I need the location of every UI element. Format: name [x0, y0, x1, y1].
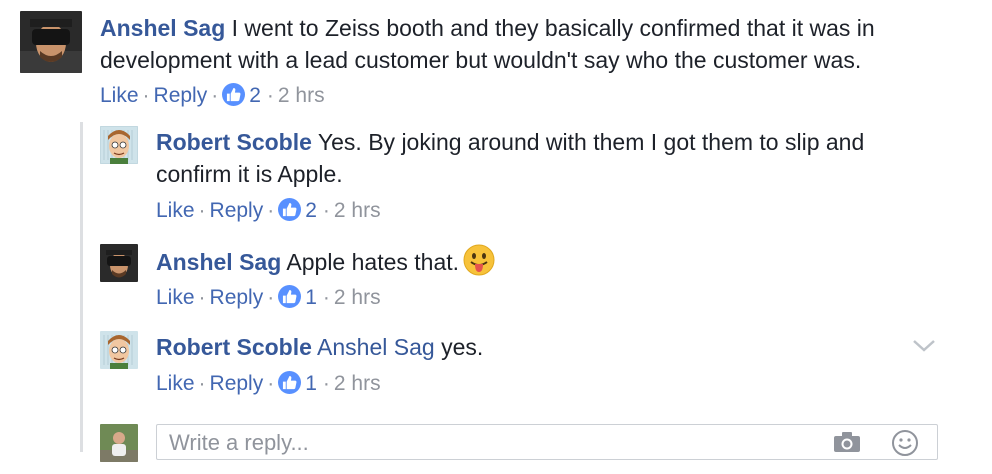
separator-dot: ·	[198, 286, 206, 309]
reply-input[interactable]	[167, 429, 811, 457]
thumbs-up-icon[interactable]	[222, 83, 246, 106]
tongue-out-emoji-icon	[463, 244, 495, 284]
like-count[interactable]: 2	[305, 199, 317, 222]
separator-dot: ·	[142, 84, 150, 107]
like-link[interactable]: Like	[156, 199, 195, 222]
mention-link[interactable]: Anshel Sag	[317, 334, 435, 360]
avatar-anshel-sag[interactable]	[100, 244, 138, 282]
reply-author[interactable]: Robert Scoble	[156, 334, 312, 360]
comment-actions: Like · Reply · 2 · 2 hrs	[100, 82, 325, 110]
chevron-down-icon[interactable]	[912, 338, 936, 359]
separator-dot: ·	[267, 199, 275, 222]
smiley-icon[interactable]	[891, 429, 919, 462]
reply-body: Robert Scoble Anshel Sag yes.	[156, 331, 896, 363]
like-link[interactable]: Like	[156, 372, 195, 395]
reply-body: Robert Scoble Yes. By joking around with…	[156, 126, 916, 190]
thumbs-up-icon[interactable]	[278, 198, 302, 221]
separator-dot: ·	[267, 372, 275, 395]
reply-link[interactable]: Reply	[210, 372, 264, 395]
like-count[interactable]: 1	[305, 286, 317, 309]
reply-composer[interactable]	[156, 424, 938, 460]
reply-body: Anshel Sag Apple hates that.	[156, 244, 916, 284]
avatar-current-user[interactable]	[100, 424, 138, 462]
avatar-robert-scoble[interactable]	[100, 126, 138, 164]
separator-dot: ·	[322, 372, 330, 395]
reply-link[interactable]: Reply	[210, 286, 264, 309]
camera-icon[interactable]	[833, 431, 861, 458]
reply-author[interactable]: Robert Scoble	[156, 129, 312, 155]
reply-actions: Like · Reply · 2 · 2 hrs	[156, 197, 381, 225]
reply-actions: Like · Reply · 1 · 2 hrs	[156, 284, 381, 312]
like-count[interactable]: 1	[305, 372, 317, 395]
reply-text: yes.	[441, 334, 484, 360]
avatar-anshel-sag[interactable]	[20, 11, 82, 73]
separator-dot: ·	[322, 286, 330, 309]
reply-link[interactable]: Reply	[210, 199, 264, 222]
reply-thread-line	[80, 122, 83, 452]
like-link[interactable]: Like	[100, 84, 139, 107]
reply-timestamp[interactable]: 2 hrs	[334, 372, 381, 395]
comment-author[interactable]: Anshel Sag	[100, 15, 225, 41]
avatar-robert-scoble[interactable]	[100, 331, 138, 369]
separator-dot: ·	[322, 199, 330, 222]
reply-timestamp[interactable]: 2 hrs	[334, 199, 381, 222]
reply-text: Apple hates that.	[286, 249, 460, 275]
like-link[interactable]: Like	[156, 286, 195, 309]
thumbs-up-icon[interactable]	[278, 285, 302, 308]
comment-timestamp[interactable]: 2 hrs	[278, 84, 325, 107]
separator-dot: ·	[198, 199, 206, 222]
separator-dot: ·	[266, 84, 274, 107]
separator-dot: ·	[211, 84, 219, 107]
separator-dot: ·	[267, 286, 275, 309]
separator-dot: ·	[198, 372, 206, 395]
reply-author[interactable]: Anshel Sag	[156, 249, 281, 275]
reply-timestamp[interactable]: 2 hrs	[334, 286, 381, 309]
reply-link[interactable]: Reply	[154, 84, 208, 107]
thumbs-up-icon[interactable]	[278, 371, 302, 394]
comment-body: Anshel Sag I went to Zeiss booth and the…	[100, 12, 950, 76]
reply-actions: Like · Reply · 1 · 2 hrs	[156, 370, 381, 398]
like-count[interactable]: 2	[249, 84, 261, 107]
